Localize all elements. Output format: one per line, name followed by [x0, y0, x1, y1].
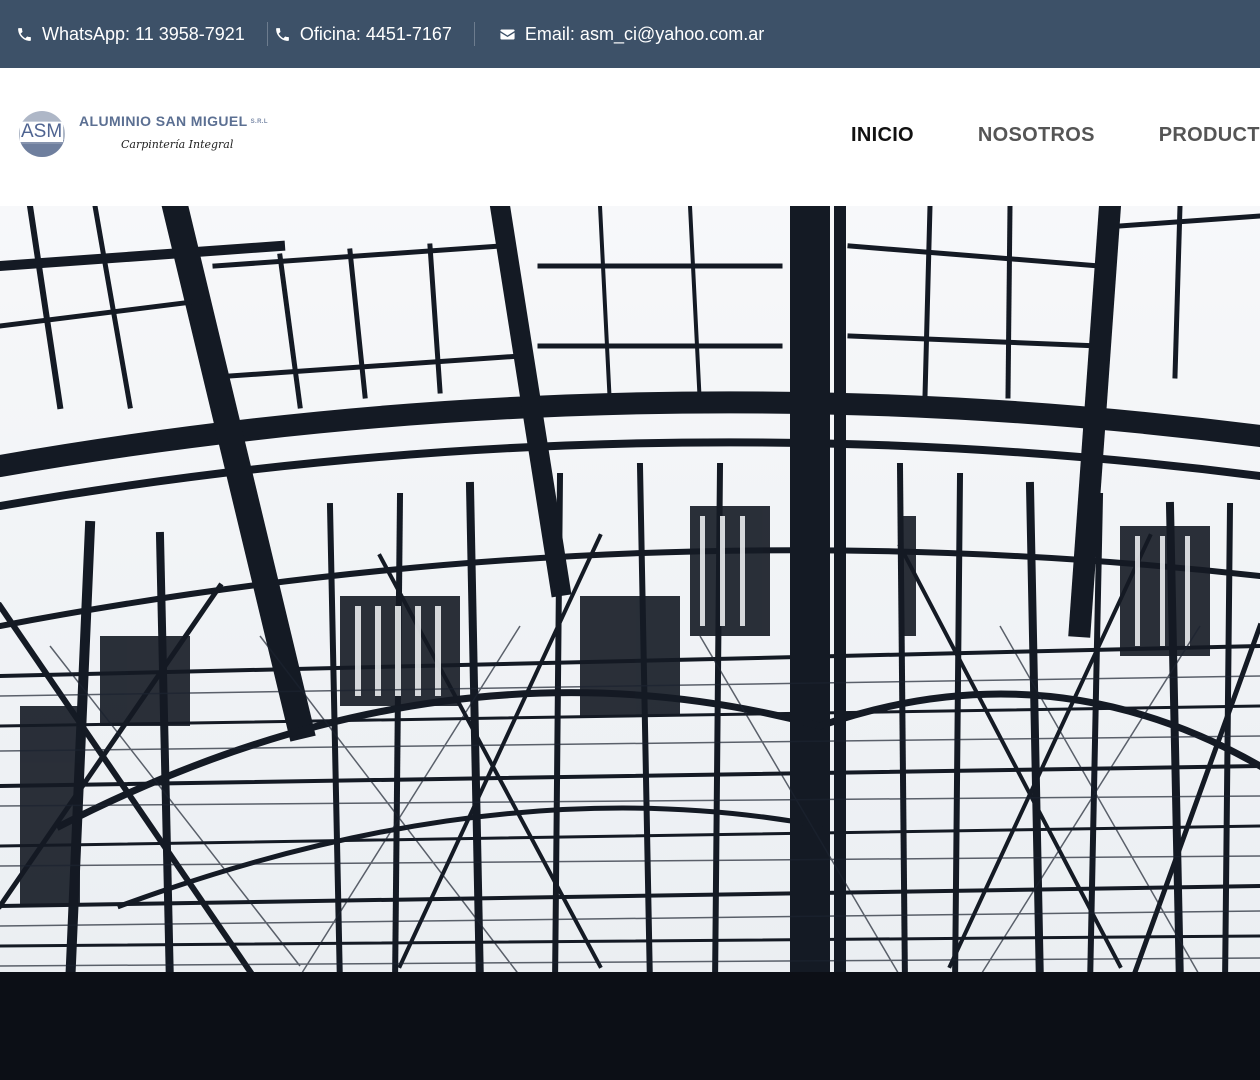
- email-contact[interactable]: Email: asm_ci@yahoo.com.ar: [499, 22, 764, 46]
- whatsapp-text: WhatsApp: 11 3958-7921: [42, 23, 245, 44]
- logo-tagline: Carpintería Integral: [121, 138, 234, 151]
- site-logo[interactable]: ASM ALUMINIO SAN MIGUEL S.R.L Carpintería…: [18, 106, 278, 162]
- site-header: ASM ALUMINIO SAN MIGUEL S.R.L Carpintería…: [0, 68, 1260, 206]
- nav-inicio[interactable]: INICIO: [851, 124, 914, 147]
- logo-mark: ASM: [18, 107, 66, 161]
- phone-icon: [16, 26, 33, 43]
- top-contact-bar: WhatsApp: 11 3958-7921 Oficina: 4451-716…: [0, 0, 1260, 68]
- logo-mark-text: ASM: [20, 121, 64, 142]
- hero-image: [0, 206, 1260, 1080]
- oficina-contact[interactable]: Oficina: 4451-7167: [274, 22, 452, 46]
- nav-productos[interactable]: PRODUCT: [1159, 124, 1260, 147]
- logo-text: ALUMINIO SAN MIGUEL S.R.L Carpintería Int…: [79, 107, 278, 161]
- main-nav: INICIO NOSOTROS PRODUCT: [851, 124, 1260, 147]
- logo-name: ALUMINIO SAN MIGUEL: [79, 113, 248, 129]
- nav-nosotros[interactable]: NOSOTROS: [978, 124, 1095, 147]
- oficina-text: Oficina: 4451-7167: [299, 23, 452, 44]
- phone-icon: [274, 26, 291, 43]
- hero-scaffolding-photo: [0, 206, 1260, 1080]
- email-text: Email: asm_ci@yahoo.com.ar: [524, 23, 765, 44]
- logo-srl: S.R.L: [250, 119, 268, 126]
- divider: [473, 22, 475, 46]
- whatsapp-contact[interactable]: WhatsApp: 11 3958-7921: [16, 22, 245, 46]
- envelope-icon: [499, 26, 516, 43]
- divider: [266, 22, 268, 46]
